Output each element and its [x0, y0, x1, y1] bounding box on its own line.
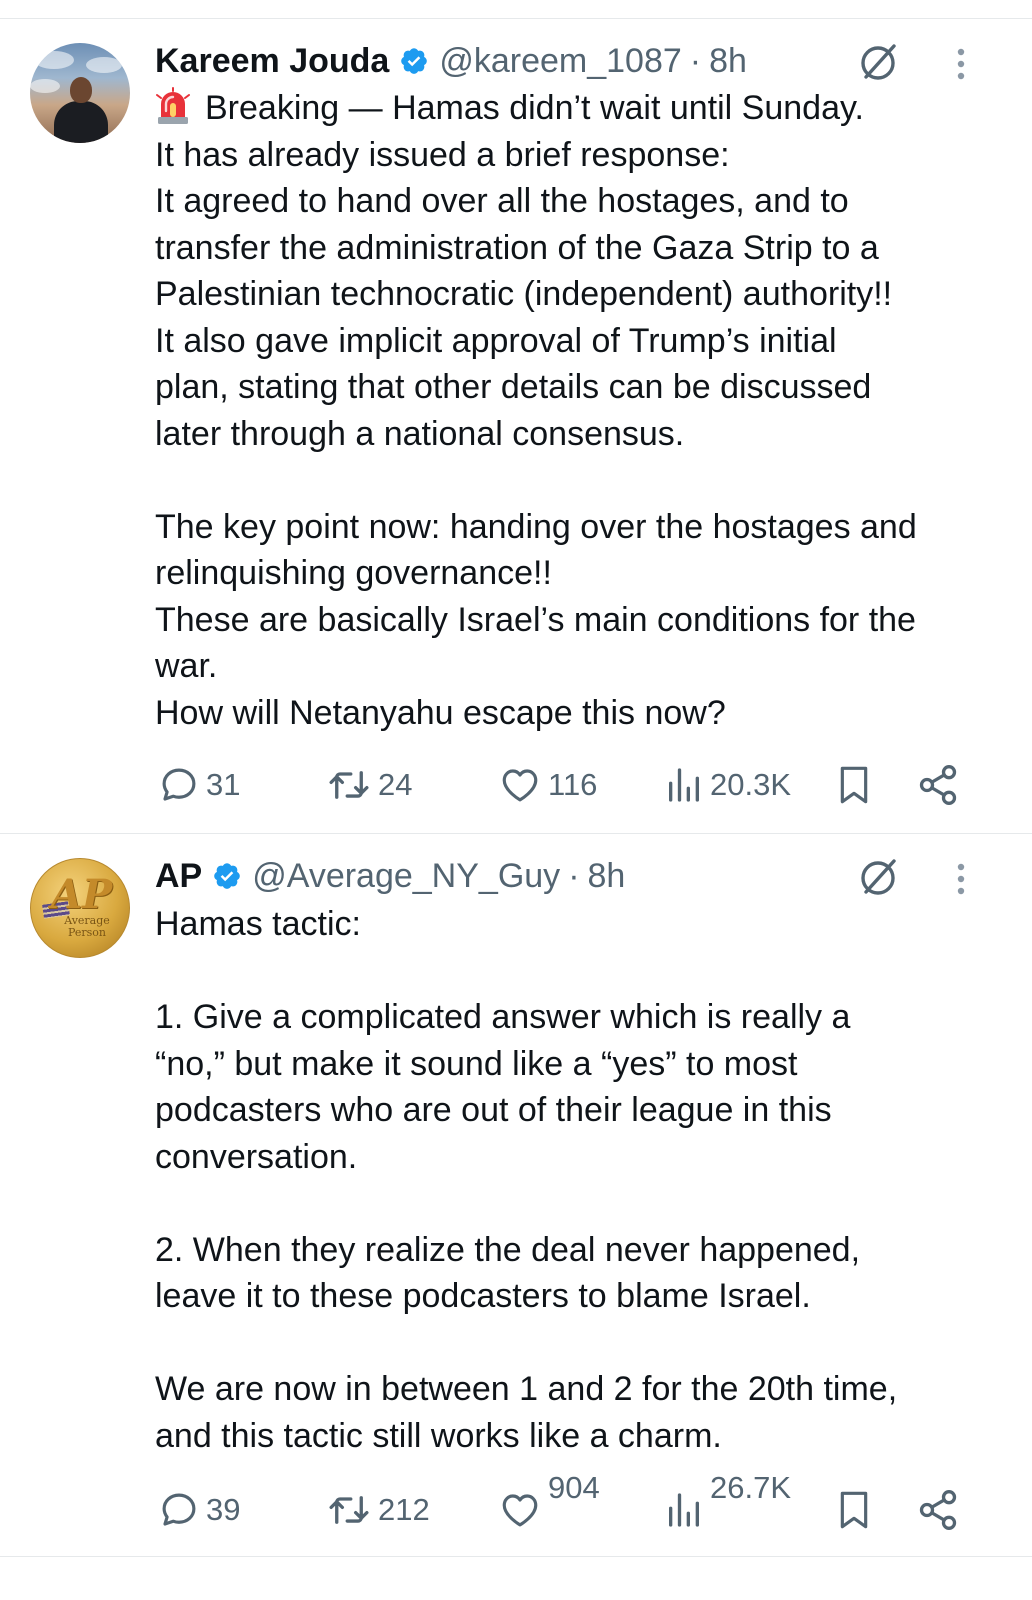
separator-dot: ·	[689, 41, 702, 80]
avatar[interactable]	[30, 43, 130, 143]
reply-icon	[162, 768, 196, 801]
like-button[interactable]: 904	[498, 1470, 600, 1540]
tweet-text-line	[155, 1320, 1015, 1367]
reply-button[interactable]: 39	[158, 1480, 240, 1540]
tweet-header: AP @Average_NY_Guy · 8h	[155, 852, 625, 900]
tweet-text-line: How will Netanyahu escape this now?	[155, 693, 726, 732]
avatar[interactable]: AP Average Person	[30, 858, 130, 958]
siren-emoji-icon	[156, 87, 190, 124]
separator-dot: ·	[568, 856, 580, 895]
tweet-text-line: 2. When they realize the deal never happ…	[155, 1230, 861, 1269]
bookmark-button[interactable]	[834, 1480, 874, 1540]
like-count: 904	[548, 1470, 600, 1505]
heart-icon	[502, 1494, 538, 1527]
avatar-logo-text: AP	[51, 871, 113, 918]
views-count: 26.7K	[710, 1470, 792, 1505]
views-button[interactable]: 26.7K	[664, 1470, 791, 1540]
repost-icon	[329, 1496, 369, 1524]
tweet-header: Kareem Jouda @kareem_1087 · 8h	[155, 37, 747, 85]
tweet-divider	[0, 1556, 1032, 1557]
tweet-text-line: relinquishing governance!!	[155, 554, 552, 592]
grok-icon[interactable]	[856, 39, 902, 85]
avatar-caption: Average Person	[64, 914, 110, 939]
repost-button[interactable]: 24	[326, 755, 412, 815]
tweet-text-line: later through a national consensus.	[155, 414, 685, 453]
tweet-text-line: Palestinian technocratic (independent) a…	[155, 275, 893, 313]
repost-icon	[329, 771, 369, 799]
like-button[interactable]: 116	[498, 755, 597, 815]
tweet-text-line: “no,” but make it sound like a “yes” to …	[155, 1044, 798, 1083]
tweet-text-line: leave it to these podcasters to blame Is…	[155, 1277, 811, 1315]
reply-count: 39	[206, 1492, 241, 1527]
tweet-text-line: transfer the administration of the Gaza …	[155, 228, 879, 267]
handle[interactable]: @kareem_1087	[439, 42, 681, 81]
repost-button[interactable]: 212	[326, 1480, 430, 1540]
timestamp[interactable]: 8h	[709, 42, 747, 81]
repost-count: 212	[378, 1492, 430, 1527]
tweet-text-line	[155, 457, 1015, 504]
verified-badge-icon	[401, 48, 428, 74]
tweet-text-line	[155, 1180, 1015, 1227]
share-button[interactable]	[916, 1480, 960, 1540]
tweet-actions: 31 24 116 20.3K	[0, 755, 1032, 815]
reply-icon	[162, 1493, 196, 1526]
handle[interactable]: @Average_NY_Guy	[252, 857, 560, 896]
tweet-text-line: and this tactic still works like a charm…	[155, 1416, 722, 1455]
tweet-text-line: These are basically Israel’s main condit…	[155, 600, 916, 639]
bookmark-icon	[840, 766, 868, 804]
verified-badge-icon	[214, 863, 241, 889]
views-count: 20.3K	[710, 767, 792, 802]
tweet-text-line: plan, stating that other details can be …	[155, 368, 872, 406]
tweet-text-line: Hamas tactic:	[155, 905, 361, 943]
tweet-text-line: We are now in between 1 and 2 for the 20…	[155, 1370, 898, 1408]
reply-button[interactable]: 31	[158, 755, 240, 815]
display-name[interactable]: AP	[155, 857, 202, 896]
tweet-text-line: conversation.	[155, 1137, 358, 1176]
tweet-text-line: It agreed to hand over all the hostages,…	[155, 182, 849, 220]
share-icon	[919, 1490, 957, 1530]
tweet-text-line: The key point now: handing over the host…	[155, 507, 917, 546]
views-button[interactable]: 20.3K	[664, 755, 791, 815]
tweet-text: Breaking — Hamas didn’t wait until Sunda…	[155, 85, 1015, 736]
tweet-actions: 39 212 904 26.7K	[0, 1470, 1032, 1540]
more-options-icon[interactable]	[948, 44, 974, 84]
tweet-text-line: war.	[155, 647, 218, 685]
tweet-text: Hamas tactic: 1. Give a complicated answ…	[155, 901, 1015, 1459]
timestamp[interactable]: 8h	[588, 857, 626, 896]
tweet-text-line: 1. Give a complicated answer which is re…	[155, 998, 851, 1036]
tweet-text-line: Breaking — Hamas didn’t wait until Sunda…	[155, 85, 1015, 132]
repost-count: 24	[378, 767, 413, 802]
bookmark-button[interactable]	[834, 755, 874, 815]
grok-icon[interactable]	[856, 854, 902, 900]
tweet-text-line: It has already issued a brief response:	[155, 135, 730, 174]
tweet[interactable]: Kareem Jouda @kareem_1087 · 8h Breaking …	[0, 19, 1032, 833]
share-button[interactable]	[916, 755, 960, 815]
tweet[interactable]: AP Average Person AP @Average_NY_Guy · 8…	[0, 834, 1032, 1556]
bookmark-icon	[840, 1491, 868, 1529]
views-bar-chart-icon	[669, 768, 699, 802]
like-count: 116	[548, 767, 598, 802]
reply-count: 31	[206, 767, 241, 802]
display-name[interactable]: Kareem Jouda	[155, 42, 389, 81]
heart-icon	[502, 769, 538, 802]
tweet-text-line	[155, 948, 1015, 995]
more-options-icon[interactable]	[948, 859, 974, 899]
tweet-text-line: It also gave implicit approval of Trump’…	[155, 321, 837, 360]
views-bar-chart-icon	[669, 1493, 699, 1527]
tweet-text-line: podcasters who are out of their league i…	[155, 1091, 832, 1129]
share-icon	[919, 765, 957, 805]
